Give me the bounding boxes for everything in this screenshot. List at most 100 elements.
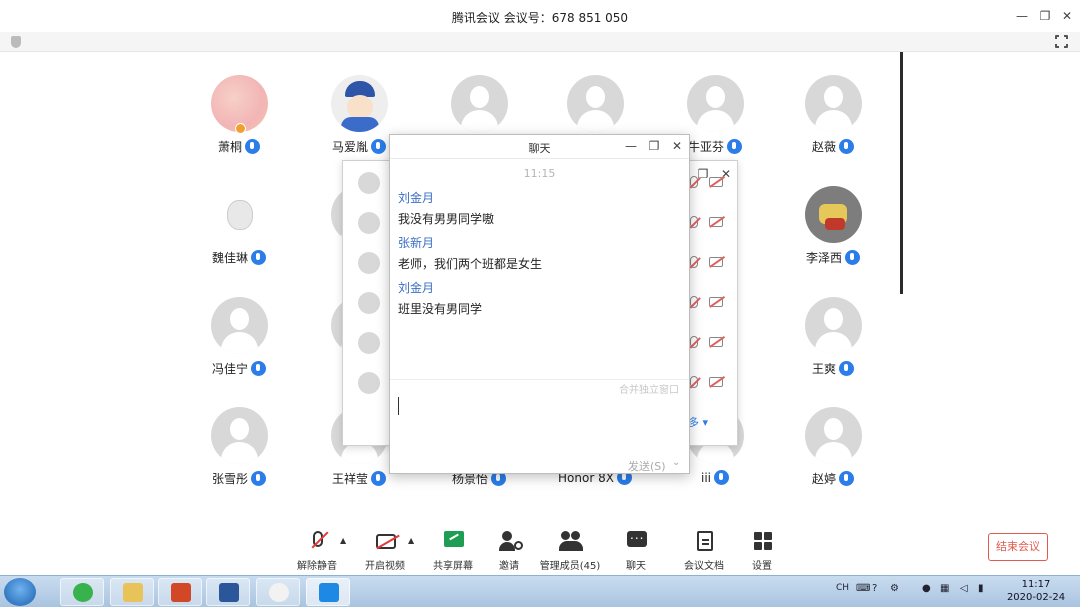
avatar <box>567 75 624 132</box>
minimize-button[interactable]: — <box>1014 8 1030 24</box>
help-icon[interactable]: ? <box>872 583 877 594</box>
send-options-icon[interactable]: ⌄ <box>672 457 680 468</box>
microphone-icon <box>839 361 854 376</box>
settings-button[interactable]: 设置 <box>727 520 797 575</box>
folder-icon <box>123 583 143 602</box>
avatar <box>687 75 744 132</box>
chat-icon <box>627 528 647 547</box>
camera-off-icon[interactable] <box>709 217 723 227</box>
camera-off-icon[interactable] <box>709 257 723 267</box>
participant-name: 赵薇 <box>778 138 888 155</box>
window-title: 腾讯会议 会议号：678 851 050 <box>451 11 629 25</box>
message-sender: 张新月 <box>398 236 435 250</box>
avatar <box>358 292 380 314</box>
taskbar-tencent-meeting[interactable] <box>306 578 350 606</box>
microphone-icon <box>839 471 854 486</box>
taskbar-explorer[interactable] <box>110 578 154 606</box>
avatar <box>358 372 380 394</box>
participant-name: 魏佳琳 <box>184 249 294 266</box>
avatar <box>358 172 380 194</box>
manage-members-button[interactable]: 管理成员(45) <box>535 520 605 575</box>
clock-time: 11:17 <box>1021 579 1051 590</box>
avatar <box>805 297 862 354</box>
word-icon <box>219 583 239 602</box>
taskbar-word[interactable] <box>206 578 250 606</box>
camera-off-icon[interactable] <box>709 377 723 387</box>
participant-tile[interactable]: 李泽西 <box>778 186 888 286</box>
message-text: 老师，我们两个班都是女生 <box>398 257 543 271</box>
chat-minimize-button[interactable]: — <box>624 139 638 153</box>
camera-off-icon[interactable] <box>709 177 723 187</box>
participant-tile[interactable]: 冯佳宁 <box>184 297 294 397</box>
invite-label: 邀请 <box>499 561 519 572</box>
chevron-up-icon[interactable]: ▲ <box>408 536 414 545</box>
mute-button[interactable]: ▲ 解除静音 <box>282 520 352 575</box>
chat-input[interactable] <box>398 397 399 415</box>
settings-label: 设置 <box>752 561 772 572</box>
microphone-icon <box>845 250 860 265</box>
start-button[interactable] <box>4 578 36 606</box>
signal-icon[interactable]: ▮ <box>978 583 984 594</box>
scrollbar[interactable] <box>900 52 903 294</box>
microphone-muted-icon[interactable] <box>690 296 698 308</box>
microphone-muted-icon <box>313 531 323 547</box>
network-icon[interactable]: ▦ <box>940 583 949 594</box>
microphone-icon <box>371 139 386 154</box>
avatar <box>358 252 380 274</box>
participant-tile[interactable]: 魏佳琳 <box>184 186 294 286</box>
message-sender: 刘金月 <box>398 191 435 205</box>
chat-close-button[interactable]: ✕ <box>670 139 684 153</box>
shield-icon[interactable] <box>11 36 21 48</box>
microphone-muted-icon[interactable] <box>690 336 698 348</box>
language-indicator[interactable]: CH <box>836 583 849 593</box>
host-icon <box>235 123 246 134</box>
message-text: 我没有男男同学嗷 <box>398 212 495 226</box>
invite-button[interactable]: 邀请 <box>474 520 544 575</box>
chevron-up-icon[interactable]: ▲ <box>340 536 346 545</box>
clock-date: 2020-02-24 <box>1006 592 1066 603</box>
chat-restore-button[interactable]: ❐ <box>647 139 661 153</box>
video-label: 开启视频 <box>365 561 405 572</box>
system-tray: CH ⌨ ? ⚙ ● ▦ ◁ ▮ <box>830 580 1010 604</box>
microphone-muted-icon[interactable] <box>690 176 698 188</box>
taskbar-media-player[interactable] <box>60 578 104 606</box>
close-button[interactable]: ✕ <box>1059 8 1075 24</box>
participant-tile[interactable]: 张雪彤 <box>184 407 294 507</box>
microphone-muted-icon[interactable] <box>690 376 698 388</box>
avatar <box>805 75 862 132</box>
avatar <box>211 407 268 464</box>
powerpoint-icon <box>171 583 191 602</box>
camera-off-icon[interactable] <box>709 297 723 307</box>
participant-tile[interactable]: 赵婷 <box>778 407 888 507</box>
end-meeting-button[interactable]: 结束会议 <box>988 533 1048 561</box>
ime-icon[interactable]: ⚙ <box>890 583 899 594</box>
volume-icon[interactable]: ◁ <box>960 583 968 594</box>
chat-button[interactable]: 聊天 <box>601 520 671 575</box>
microphone-muted-icon[interactable] <box>690 256 698 268</box>
avatar <box>358 212 380 234</box>
taskbar-clock[interactable]: 11:17 2020-02-24 <box>1004 578 1068 604</box>
fullscreen-icon[interactable] <box>1055 35 1068 48</box>
taskbar-media[interactable] <box>256 578 300 606</box>
participant-name: 王爽 <box>778 360 888 377</box>
microphone-icon <box>839 139 854 154</box>
avatar <box>805 186 862 243</box>
qq-icon[interactable]: ● <box>922 583 931 594</box>
recipient-hint[interactable]: 合并独立窗口 <box>619 381 679 396</box>
participant-tile[interactable]: 萧桐 <box>184 75 294 175</box>
microphone-muted-icon[interactable] <box>690 216 698 228</box>
avatar <box>211 186 268 243</box>
camera-off-icon <box>376 534 396 549</box>
video-button[interactable]: ▲ 开启视频 <box>350 520 420 575</box>
keyboard-icon[interactable]: ⌨ <box>856 583 870 594</box>
restore-button[interactable]: ❐ <box>1037 8 1053 24</box>
camera-off-icon[interactable] <box>709 337 723 347</box>
info-bar <box>0 32 1080 52</box>
chat-header: 聊天 — ❐ ✕ <box>390 135 689 159</box>
more-button[interactable]: 多 ▾ <box>688 414 708 430</box>
send-button[interactable]: 发送(S) <box>628 458 666 474</box>
taskbar-powerpoint[interactable] <box>158 578 202 606</box>
participant-tile[interactable]: 王爽 <box>778 297 888 397</box>
participant-tile[interactable]: 赵薇 <box>778 75 888 175</box>
share-screen-icon <box>444 531 464 547</box>
